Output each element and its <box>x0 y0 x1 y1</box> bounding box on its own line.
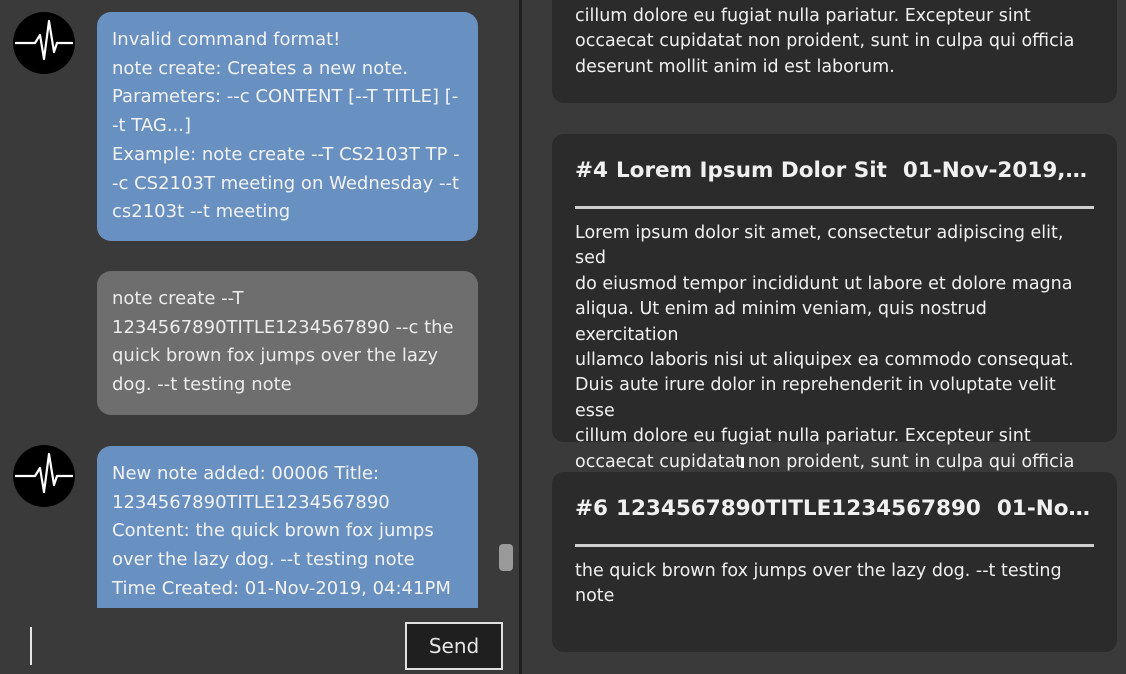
chat-scrollbar[interactable] <box>498 0 514 608</box>
note-header: #4 Lorem Ipsum Dolor Sit 01-Nov-2019, 02… <box>575 134 1094 206</box>
note-number: #4 <box>575 157 608 183</box>
notes-panel[interactable]: cillum dolore eu fugiat nulla pariatur. … <box>522 0 1126 674</box>
note-body: cillum dolore eu fugiat nulla pariatur. … <box>575 6 1075 77</box>
heartbeat-icon <box>15 19 73 61</box>
bot-avatar <box>13 12 75 74</box>
heartbeat-icon <box>15 452 73 494</box>
chat-scrollbar-thumb[interactable] <box>499 544 513 571</box>
note-divider <box>575 206 1094 209</box>
bot-message: Invalid command format! note create: Cre… <box>97 12 478 241</box>
note-divider <box>575 544 1094 547</box>
user-message: note create --T 1234567890TITLE123456789… <box>97 271 478 415</box>
bot-message: New note added: 00006 Title: 1234567890T… <box>97 446 478 608</box>
send-button[interactable]: Send <box>405 622 503 670</box>
text-caret <box>30 627 32 665</box>
note-number: #6 <box>575 495 608 521</box>
note-body: the quick brown fox jumps over the lazy … <box>575 561 1062 607</box>
command-input-row: Send <box>0 608 519 674</box>
chat-panel: Invalid command format! note create: Cre… <box>0 0 519 674</box>
note-body: Lorem ipsum dolor sit amet, consectetur … <box>575 223 1075 497</box>
note-card[interactable]: #4 Lorem Ipsum Dolor Sit 01-Nov-2019, 02… <box>552 134 1117 497</box>
command-input[interactable] <box>14 622 405 668</box>
list-marker <box>741 457 744 468</box>
note-title: Lorem Ipsum Dolor Sit <box>615 157 887 183</box>
note-header: #6 1234567890TITLE1234567890 01-Nov-201.… <box>575 472 1094 544</box>
note-card[interactable]: cillum dolore eu fugiat nulla pariatur. … <box>552 0 1117 103</box>
note-time: 01-Nov-201... <box>996 495 1094 521</box>
note-title: 1234567890TITLE1234567890 <box>615 495 981 521</box>
chat-message-list[interactable]: Invalid command format! note create: Cre… <box>0 0 519 608</box>
note-time: 01-Nov-2019, 02:5... <box>902 157 1094 183</box>
note-card[interactable]: #6 1234567890TITLE1234567890 01-Nov-201.… <box>552 472 1117 652</box>
bot-avatar <box>13 445 75 507</box>
